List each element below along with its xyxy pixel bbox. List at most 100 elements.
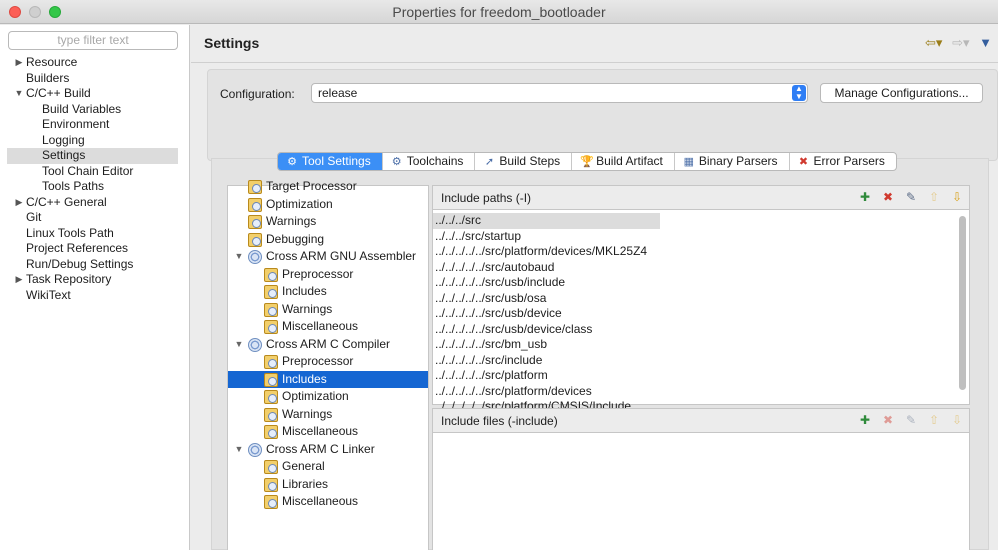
nav-item[interactable]: WikiText [0,288,190,304]
select-arrows-icon: ▲ ▼ [792,85,806,101]
include-path-row[interactable]: ../../../../../src/bm_usb [433,337,969,353]
tool-tree-item[interactable]: Optimization [228,388,428,406]
tool-tree-item[interactable]: Miscellaneous [228,493,428,511]
tab-bar: ⚙ Tool Settings ⚙ Toolchains ➚ Build Steps 🏆 Bu… [277,152,897,171]
manage-configurations-button[interactable]: Manage Configurations... [820,83,983,103]
tab-tool-settings[interactable]: ⚙ Tool Settings [278,153,383,170]
error-icon: ✖ [798,155,809,168]
nav-item[interactable]: Logging [0,133,190,149]
edit-icon[interactable]: ✎ [903,412,919,428]
nav-item[interactable]: Git [0,210,190,226]
tool-tree-item[interactable]: Optimization [228,196,428,214]
add-icon[interactable]: ✚ [857,189,873,205]
tool-tree-item[interactable]: Warnings [228,406,428,424]
nav-item[interactable]: Linux Tools Path [0,226,190,242]
include-path-row[interactable]: ../../../../../src/usb/osa [433,291,969,307]
nav-item[interactable]: Environment [0,117,190,133]
collapsed-twisty-icon[interactable]: ▶ [14,55,24,71]
tool-tree-item[interactable]: Debugging [228,231,428,249]
tool-tree-item[interactable]: Libraries [228,476,428,494]
include-path-row[interactable]: ../../../src/startup [433,229,969,245]
nav-item[interactable]: ▼ C/C++ Build [0,86,190,102]
nav-item-label: Tools Paths [42,179,105,193]
include-path-row[interactable]: ../../../../../src/platform/devices [433,384,969,400]
nav-item[interactable]: Build Variables [0,102,190,118]
tool-tree-item[interactable]: Warnings [228,213,428,231]
move-down-icon[interactable]: ⇩ [949,412,965,428]
include-path-row[interactable]: ../../../src [433,213,660,229]
settings-folder-icon [264,355,278,369]
move-down-icon[interactable]: ⇩ [949,189,965,205]
forward-arrow-icon[interactable]: ⇨▾ [952,35,969,50]
nav-item[interactable]: Run/Debug Settings [0,257,190,273]
settings-folder-icon [248,180,262,194]
nav-item[interactable]: ▶ C/C++ General [0,195,190,211]
settings-folder-icon [264,390,278,404]
expanded-twisty-icon[interactable]: ▼ [234,248,244,266]
tool-tree-label: Cross ARM GNU Assembler [266,249,417,263]
tool-tree-label: Cross ARM C Compiler [266,336,391,351]
configuration-select[interactable]: release ▲ ▼ [311,83,808,103]
include-path-row[interactable]: ../../../../../src/usb/include [433,275,969,291]
tab-toolchains[interactable]: ⚙ Toolchains [383,153,476,170]
tool-tree-item[interactable]: Preprocessor [228,353,428,371]
nav-item[interactable]: Tool Chain Editor [0,164,190,180]
include-paths-title: Include paths (-I) [441,191,532,205]
settings-folder-icon [264,477,278,492]
nav-item[interactable]: ▶ Task Repository [0,272,190,288]
tool-tree-item[interactable]: General [228,458,428,476]
tool-tree-item[interactable]: Preprocessor [228,266,428,284]
category-tree: ▶ Resource Builders ▼ C/C++ Build Build Varia… [0,55,190,303]
include-path-row[interactable]: ../../../../../src/include [433,353,969,369]
add-icon[interactable]: ✚ [857,412,873,428]
expanded-twisty-icon[interactable]: ▼ [14,86,24,102]
include-path-row[interactable]: ../../../../../src/platform [433,368,969,384]
nav-item[interactable]: Tools Paths [0,179,190,195]
tool-tree-item[interactable]: Target Processor [228,178,428,196]
tool-tree-tool[interactable]: ▼ Cross ARM GNU Assembler [228,248,428,266]
tab-binary-parsers[interactable]: ▦ Binary Parsers [675,153,790,170]
nav-item[interactable]: Builders [0,71,190,87]
include-files-header: Include files (-include) ✚ ✖ ✎ ⇧ ⇩ [433,409,969,433]
include-path-row[interactable]: ../../../../../src/autobaud [433,260,969,276]
tool-tree-item[interactable]: Includes [228,370,428,388]
tab-error-parsers[interactable]: ✖ Error Parsers [790,153,896,170]
settings-folder-icon [264,425,278,439]
include-path-row[interactable]: ../../../../../src/usb/device/class [433,322,969,338]
tool-tree-item[interactable]: Warnings [228,301,428,319]
vertical-scrollbar[interactable] [959,216,966,390]
tab-build-steps[interactable]: ➚ Build Steps [475,153,573,170]
delete-icon[interactable]: ✖ [880,412,896,428]
move-up-icon[interactable]: ⇧ [926,189,942,205]
view-menu-icon[interactable]: ▼ [979,35,992,50]
nav-item[interactable]: Settings [7,148,178,164]
expanded-twisty-icon[interactable]: ▼ [234,336,244,354]
expanded-twisty-icon[interactable]: ▼ [234,441,244,459]
nav-item-label: WikiText [26,287,71,302]
divider [191,62,998,63]
tab-label: Error Parsers [813,154,885,168]
tool-tree-item[interactable]: Miscellaneous [228,423,428,441]
include-path-row[interactable]: ../../../../../src/platform/devices/MKL2… [433,244,969,260]
back-arrow-icon[interactable]: ⇦▾ [925,35,942,50]
edit-icon[interactable]: ✎ [903,189,919,205]
tool-tree-label: Includes [282,284,327,298]
move-up-icon[interactable]: ⇧ [926,412,942,428]
tab-build-artifact[interactable]: 🏆 Build Artifact [572,153,675,170]
collapsed-twisty-icon[interactable]: ▶ [14,195,24,211]
tool-tree-item[interactable]: Includes [228,283,428,301]
nav-item[interactable]: Project References [0,241,190,257]
include-path-row[interactable]: ../../../../../src/usb/device [433,306,969,322]
tool-tree-tool[interactable]: ▼ Cross ARM C Compiler [228,336,428,354]
tool-tree-label: Libraries [282,476,329,491]
tool-tree-label: Miscellaneous [282,424,359,438]
delete-icon[interactable]: ✖ [880,189,896,205]
filter-input[interactable]: type filter text [8,31,178,50]
nav-item-label: Linux Tools Path [26,225,114,240]
tool-tree-item[interactable]: Miscellaneous [228,318,428,336]
tool-tree-label: Target Processor [266,179,357,193]
collapsed-twisty-icon[interactable]: ▶ [14,272,24,288]
nav-item[interactable]: ▶ Resource [0,55,190,71]
build-steps-icon: ➚ [484,155,495,168]
tool-tree-tool[interactable]: ▼ Cross ARM C Linker [228,441,428,459]
